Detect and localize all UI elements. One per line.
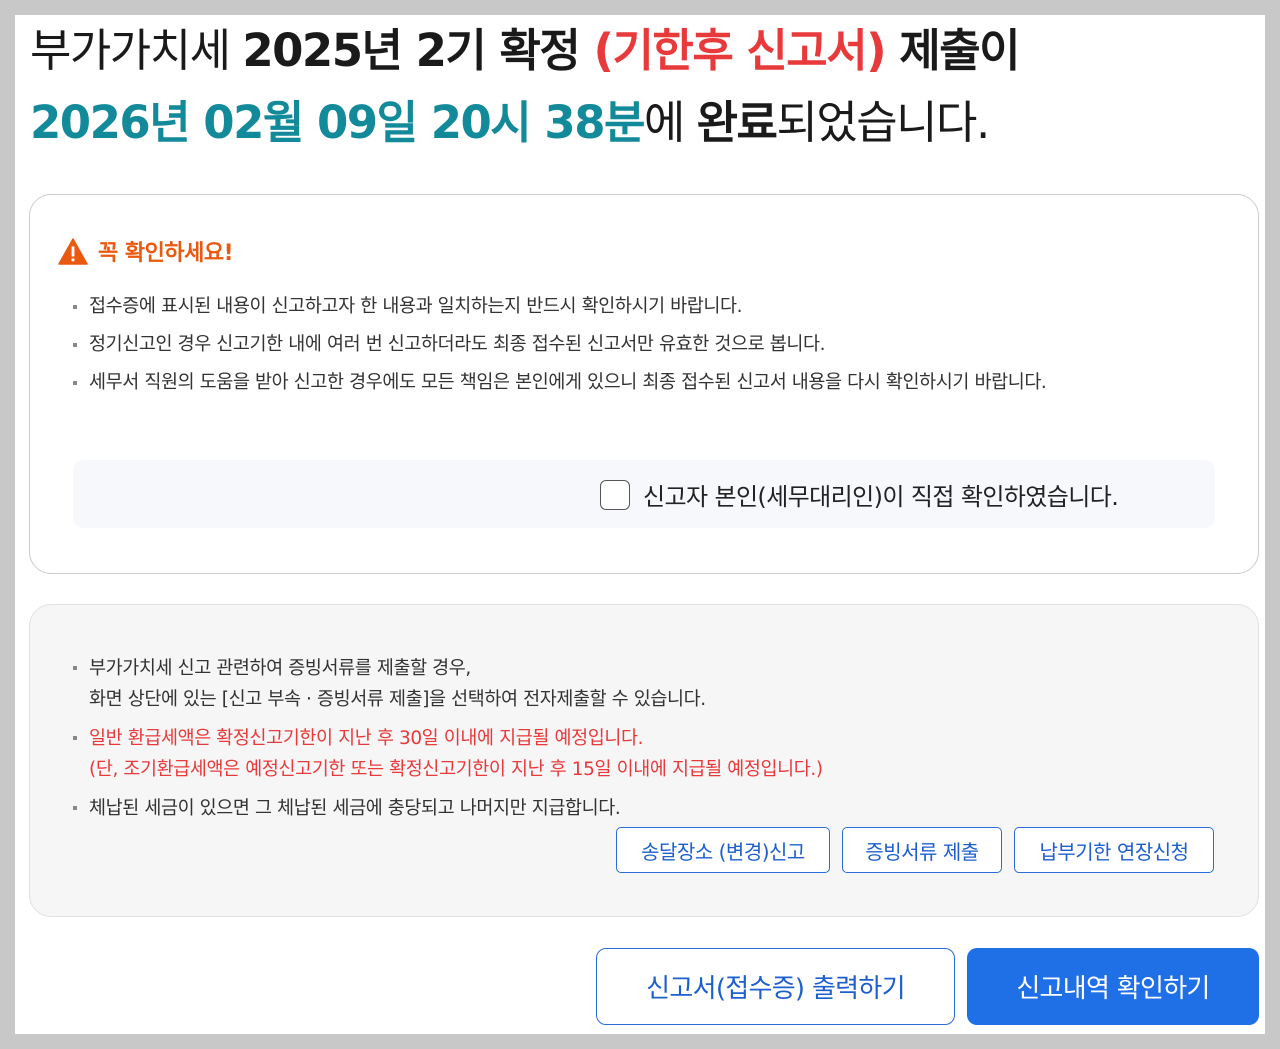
warning-triangle-icon [58, 237, 88, 265]
headline-period: 2025년 2기 확정 [242, 24, 594, 77]
notice-list: 접수증에 표시된 내용이 신고하고자 한 내용과 일치하는지 반드시 확인하시기… [73, 292, 1183, 406]
headline-line-1: 부가가치세 2025년 2기 확정 (기한후 신고서) 제출이 [30, 15, 1250, 87]
headline-particle: 에 [643, 96, 697, 149]
headline-ending: 되었습니다. [776, 96, 990, 149]
self-confirm-checkbox[interactable] [600, 480, 630, 510]
info-list: 부가가치세 신고 관련하여 증빙서류를 제출할 경우, 화면 상단에 있는 [신… [73, 653, 1183, 832]
page: 부가가치세 2025년 2기 확정 (기한후 신고서) 제출이 2026년 02… [15, 15, 1265, 1034]
info-evidence-line-2: 화면 상단에 있는 [신고 부속 · 증빙서류 제출]을 선택하여 전자제출할 … [89, 689, 706, 710]
print-receipt-button[interactable]: 신고서(접수증) 출력하기 [596, 948, 955, 1025]
list-item: 일반 환급세액은 확정신고기한이 지난 후 30일 이내에 지급될 예정입니다.… [73, 723, 1183, 785]
headline-complete: 완료 [696, 96, 778, 149]
list-item: 체납된 세금이 있으면 그 체납된 세금에 충당되고 나머지만 지급합니다. [73, 793, 1183, 824]
list-item: 세무서 직원의 도움을 받아 신고한 경우에도 모든 책임은 본인에게 있으니 … [73, 368, 1183, 398]
list-item: 정기신고인 경우 신고기한 내에 여러 번 신고하더라도 최종 접수된 신고서만… [73, 330, 1183, 360]
headline-submit-text: 제출이 [885, 24, 1020, 77]
notice-title-text: 꼭 확인하세요! [98, 241, 234, 266]
info-refund-line-2: (단, 조기환급세액은 예정신고기한 또는 확정신고기한이 지난 후 15일 이… [89, 759, 823, 780]
payment-deadline-extension-button[interactable]: 납부기한 연장신청 [1014, 827, 1214, 873]
headline-datetime: 2026년 02월 09일 20시 38분 [30, 96, 645, 149]
headline-report-type: (기한후 신고서) [593, 24, 886, 77]
view-report-history-button[interactable]: 신고내역 확인하기 [967, 948, 1259, 1025]
list-item: 접수증에 표시된 내용이 신고하고자 한 내용과 일치하는지 반드시 확인하시기… [73, 292, 1183, 322]
list-item: 부가가치세 신고 관련하여 증빙서류를 제출할 경우, 화면 상단에 있는 [신… [73, 653, 1183, 715]
info-evidence-line-1: 부가가치세 신고 관련하여 증빙서류를 제출할 경우, [89, 658, 471, 679]
evidence-submit-button[interactable]: 증빙서류 제출 [842, 827, 1002, 873]
address-change-report-button[interactable]: 송달장소 (변경)신고 [616, 827, 830, 873]
info-refund-line-1: 일반 환급세액은 확정신고기한이 지난 후 30일 이내에 지급될 예정입니다. [89, 728, 644, 749]
confirm-check-row: 신고자 본인(세무대리인)이 직접 확인하였습니다. [73, 460, 1215, 528]
completion-headline: 부가가치세 2025년 2기 확정 (기한후 신고서) 제출이 2026년 02… [30, 15, 1250, 159]
headline-line-2: 2026년 02월 09일 20시 38분에 완료되었습니다. [30, 87, 1250, 159]
headline-tax-name: 부가가치세 [30, 24, 243, 77]
notice-title: 꼭 확인하세요! [58, 235, 234, 267]
self-confirm-label[interactable]: 신고자 본인(세무대리인)이 직접 확인하였습니다. [643, 477, 1119, 512]
